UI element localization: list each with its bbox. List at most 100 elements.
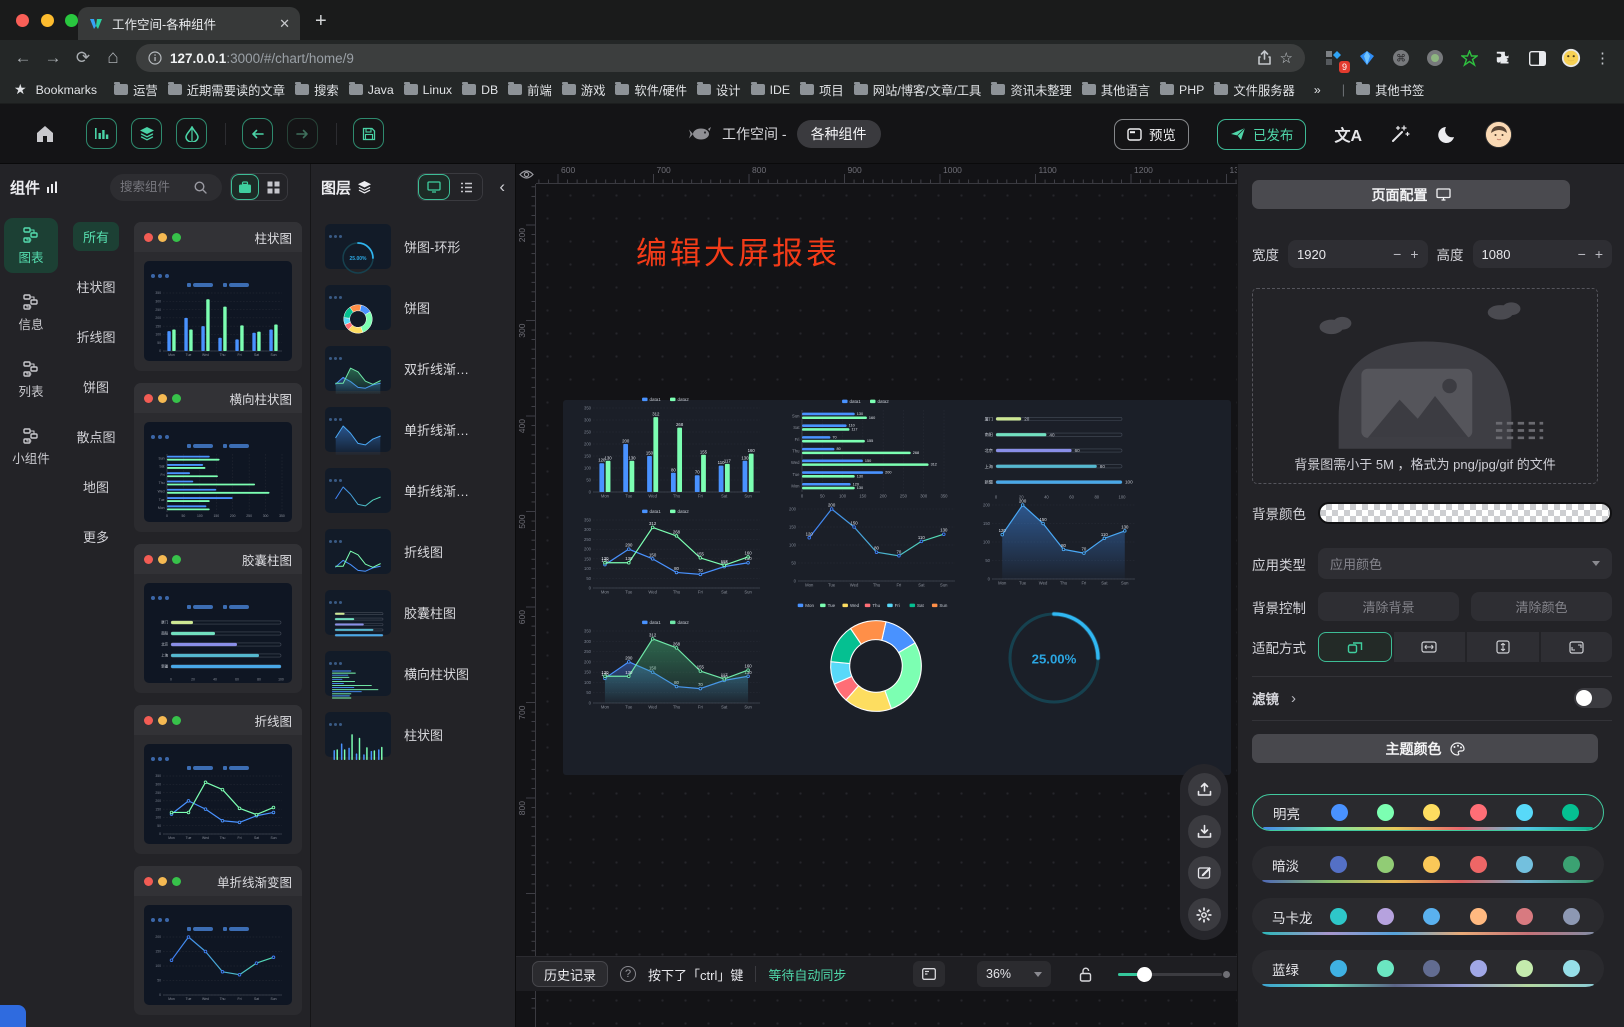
export-button[interactable] — [1188, 773, 1221, 806]
translate-icon[interactable]: 文A — [1334, 122, 1362, 146]
list-view-button[interactable] — [450, 174, 482, 200]
layer-item[interactable]: 折线图 — [325, 529, 515, 574]
layer-item[interactable]: 柱状图 — [325, 712, 515, 757]
grid-view-button[interactable] — [259, 174, 287, 200]
slider-knob[interactable] — [1137, 967, 1152, 982]
command-extension-icon[interactable]: ⌘ — [1391, 48, 1411, 68]
bookmark-folder[interactable]: 文件服务器 — [1214, 81, 1295, 99]
canvas-chart-ring[interactable]: 25.00% — [1004, 608, 1104, 708]
bookmark-folder[interactable]: 近期需要读的文章 — [168, 81, 285, 99]
width-stepper[interactable]: 1920 − + — [1288, 240, 1428, 268]
layer-item[interactable]: 双折线渐… — [325, 346, 515, 391]
browser-menu-icon[interactable]: ⋮ — [1595, 49, 1610, 67]
edge-notification-pill[interactable] — [0, 1005, 26, 1027]
sidebar-nav-item[interactable]: 小组件 — [4, 419, 58, 474]
theme-row[interactable]: 马卡龙 — [1252, 898, 1604, 935]
bookmarks-overflow-icon[interactable]: » — [1314, 83, 1321, 97]
decrease-height-button[interactable]: − — [1578, 246, 1586, 262]
settings-button[interactable] — [1188, 898, 1221, 931]
save-button[interactable] — [353, 118, 384, 149]
bookmark-folder[interactable]: 设计 — [697, 81, 741, 99]
sidebar-nav-item[interactable]: 列表 — [4, 352, 58, 407]
layer-item[interactable]: 单折线渐… — [325, 468, 515, 513]
canvas-chart-line1[interactable]: 050100150200MonTueWedThuFriSatSun1202001… — [782, 502, 958, 592]
height-value[interactable]: 1080 — [1482, 247, 1569, 262]
bookmark-star-icon[interactable]: ☆ — [1280, 49, 1293, 67]
help-icon[interactable]: ? — [620, 966, 636, 982]
component-card[interactable]: 横向柱状图 050100150200250300350SunSatFriThuW… — [134, 383, 302, 532]
fit-stretch-button[interactable] — [1541, 632, 1613, 662]
layer-item[interactable]: 胶囊柱图 — [325, 590, 515, 635]
details-panel-toggle-button[interactable] — [176, 118, 207, 149]
collapse-panel-icon[interactable]: ‹ — [499, 177, 505, 197]
canvas-chart-area1[interactable]: 050100150200MonTueWedThuFriSatSun1202001… — [976, 498, 1138, 590]
home-icon[interactable]: ⌂ — [98, 47, 128, 69]
canvas-grid[interactable]: 编辑大屏报表 data1data2050100150200250300350Mo… — [536, 184, 1237, 1027]
layer-item[interactable]: 25.00% 饼图-环形 — [325, 224, 515, 269]
increase-width-button[interactable]: + — [1410, 246, 1418, 262]
bookmark-folder[interactable]: 其他语言 — [1082, 81, 1150, 99]
component-card[interactable]: 单折线渐变图 050100150200MonTueWedThuFriSatSun — [134, 866, 302, 1015]
puzzle-extensions-icon[interactable] — [1493, 48, 1513, 68]
theme-row[interactable]: 明亮 — [1252, 794, 1604, 831]
side-panel-icon[interactable] — [1527, 48, 1547, 68]
profile-avatar[interactable] — [1561, 48, 1581, 68]
height-stepper[interactable]: 1080 − + — [1473, 240, 1613, 268]
history-button[interactable]: 历史记录 — [532, 961, 608, 987]
sidebar-nav-item[interactable]: 图表 — [4, 218, 58, 273]
canvas-title-component[interactable]: 编辑大屏报表 — [636, 228, 840, 273]
canvas-chart-capsule[interactable]: 厦门20南阳40北京60上海80新疆100020406080100 — [976, 402, 1138, 500]
canvas-chart-line[interactable]: data1data2050100150200250300350MonTueWed… — [577, 507, 763, 599]
category-item[interactable]: 所有 — [73, 222, 119, 251]
tab-close-icon[interactable]: ✕ — [279, 16, 290, 32]
app-home-icon[interactable] — [34, 124, 56, 144]
bookmark-folder[interactable]: 游戏 — [562, 81, 606, 99]
import-button[interactable] — [1188, 815, 1221, 848]
component-search[interactable] — [110, 174, 222, 201]
dot-extension-icon[interactable] — [1425, 48, 1445, 68]
theme-color-tab[interactable]: 主题颜色 — [1252, 734, 1598, 763]
ruler-corner[interactable] — [516, 164, 536, 184]
component-card[interactable]: 折线图 050100150200250300350MonTueWedThuFri… — [134, 705, 302, 854]
forward-icon[interactable]: → — [38, 48, 68, 68]
back-icon[interactable]: ← — [8, 48, 38, 68]
sidebar-nav-item[interactable]: 信息 — [4, 285, 58, 340]
bookmarks-label[interactable]: Bookmarks — [36, 83, 98, 97]
publish-button[interactable]: 已发布 — [1217, 119, 1307, 150]
canvas-chart-hbar[interactable]: data1data2050100150200250300350Sun130160… — [782, 397, 958, 503]
project-name-pill[interactable]: 各种组件 — [797, 120, 881, 148]
bookmark-folder[interactable]: 运营 — [114, 81, 158, 99]
fit-scale-button[interactable] — [1318, 632, 1392, 662]
layer-item[interactable]: 单折线渐… — [325, 407, 515, 452]
bookmark-folder[interactable]: 前端 — [508, 81, 552, 99]
diamond-extension-icon[interactable] — [1357, 48, 1377, 68]
clear-background-button[interactable]: 清除背景 — [1318, 592, 1459, 621]
layer-item[interactable]: 横向柱状图 — [325, 651, 515, 696]
other-bookmarks[interactable]: 其他书签 — [1356, 81, 1424, 99]
category-item[interactable]: 更多 — [73, 522, 119, 551]
edit-button[interactable] — [1188, 856, 1221, 889]
minimize-window-button[interactable] — [41, 14, 54, 27]
bookmark-folder[interactable]: PHP — [1160, 83, 1204, 97]
component-card[interactable]: 柱状图 050100150200250300350MonTueWedThuFri… — [134, 222, 302, 371]
fit-width-button[interactable] — [1394, 632, 1466, 662]
bookmark-folder[interactable]: Java — [349, 83, 394, 97]
bookmark-folder[interactable]: 软件/硬件 — [615, 81, 687, 99]
close-window-button[interactable] — [16, 14, 29, 27]
clear-color-button[interactable]: 清除颜色 — [1471, 592, 1612, 621]
share-icon[interactable] — [1257, 50, 1272, 66]
bookmarks-star-icon[interactable]: ★ — [14, 81, 27, 98]
address-bar[interactable]: 127.0.0.1:3000/#/chart/home/9 ☆ — [136, 44, 1305, 72]
category-item[interactable]: 折线图 — [66, 322, 125, 351]
unlock-icon[interactable] — [1079, 967, 1092, 982]
layer-item[interactable]: 饼图 — [325, 285, 515, 330]
increase-height-button[interactable]: + — [1595, 246, 1603, 262]
page-config-tab[interactable]: 页面配置 — [1252, 180, 1570, 209]
preview-button[interactable]: 预览 — [1114, 119, 1189, 150]
bookmark-folder[interactable]: IDE — [751, 83, 791, 97]
redo-button[interactable] — [287, 118, 318, 149]
new-tab-button[interactable]: + — [315, 10, 327, 33]
bookmark-folder[interactable]: 资讯未整理 — [991, 81, 1072, 99]
thumbnail-view-button[interactable] — [418, 174, 450, 200]
window-controls[interactable] — [16, 14, 86, 30]
